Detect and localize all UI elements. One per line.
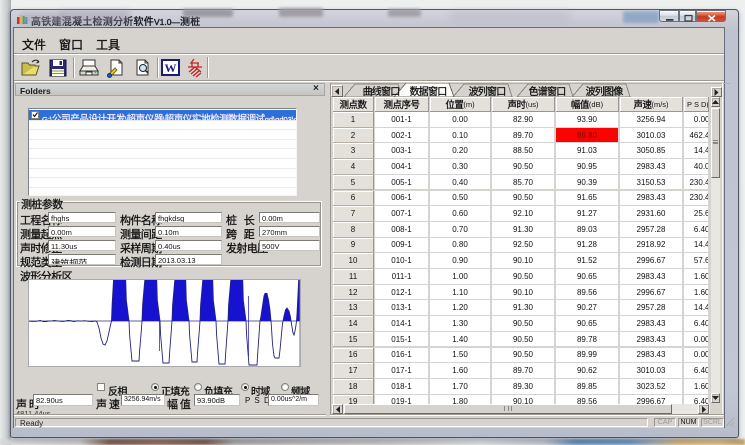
svg-text:W: W (165, 61, 177, 75)
